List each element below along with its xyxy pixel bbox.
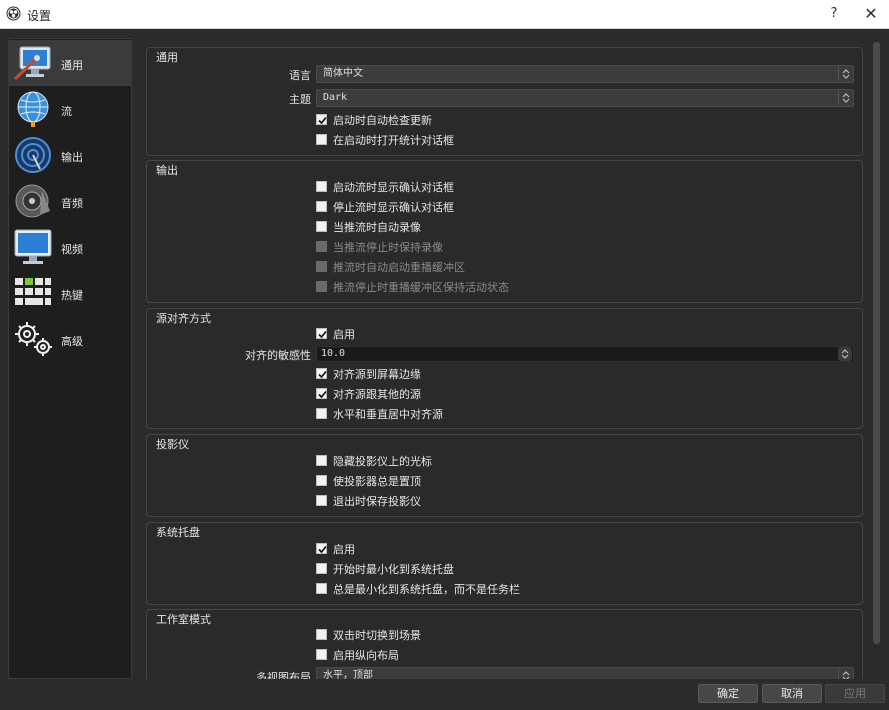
language-value: 简体中文 xyxy=(323,68,363,79)
checkbox xyxy=(316,241,327,252)
sensitivity-value: 10.0 xyxy=(321,348,346,359)
checkbox[interactable] xyxy=(316,134,327,145)
checkbox[interactable] xyxy=(316,388,327,399)
checkbox[interactable] xyxy=(316,649,327,660)
group-title: 系统托盘 xyxy=(156,526,200,539)
sidebar-item-label: 热键 xyxy=(61,289,83,302)
group-title: 投影仪 xyxy=(156,438,189,451)
checkbox xyxy=(316,261,327,272)
group-system-tray: 系统托盘 启用 开始时最小化到系统托盘 总是最小化到系统托盘，而不是任务栏 xyxy=(146,522,863,605)
theme-label: 主题 xyxy=(289,93,311,106)
checkbox[interactable] xyxy=(316,221,327,232)
sidebar-item-output[interactable]: 输出 xyxy=(9,132,131,178)
updown-arrows-icon xyxy=(838,67,852,81)
checkbox[interactable] xyxy=(316,475,327,486)
checkbox[interactable] xyxy=(316,328,327,339)
checkbox[interactable] xyxy=(316,181,327,192)
stream-globe-icon xyxy=(17,91,49,127)
group-title: 通用 xyxy=(156,51,178,64)
checkbox xyxy=(316,281,327,292)
checkbox[interactable] xyxy=(316,201,327,212)
checkbox[interactable] xyxy=(316,629,327,640)
sidebar-item-label: 通用 xyxy=(61,59,83,72)
settings-sidebar: 通用 流 输出 音频 视频 热键 高级 xyxy=(8,38,132,679)
scrollbar-thumb[interactable] xyxy=(873,42,880,644)
sidebar-item-stream[interactable]: 流 xyxy=(9,86,131,132)
updown-arrows-icon[interactable] xyxy=(838,347,852,361)
multiview-label: 多视图布局 xyxy=(256,671,311,679)
settings-content: 通用 语言 简体中文 主题 Dark 启动时自动检查更新 在启动时打开统计对话框… xyxy=(140,38,869,679)
sidebar-item-advanced[interactable]: 高级 xyxy=(9,316,131,362)
checkbox[interactable] xyxy=(316,543,327,554)
sensitivity-label: 对齐的敏感性 xyxy=(245,349,311,362)
checkbox[interactable] xyxy=(316,455,327,466)
group-title: 工作室模式 xyxy=(156,613,211,626)
theme-select[interactable]: Dark xyxy=(316,89,854,107)
general-monitor-icon xyxy=(13,46,51,81)
audio-speaker-icon xyxy=(15,184,50,218)
group-output: 输出 启动流时显示确认对话框 停止流时显示确认对话框 当推流时自动录像 当推流停… xyxy=(146,160,863,303)
ok-button[interactable]: 确定 xyxy=(698,684,758,703)
group-title: 输出 xyxy=(156,164,178,177)
cancel-button[interactable]: 取消 xyxy=(762,684,822,703)
checkbox[interactable] xyxy=(316,408,327,419)
hotkeys-keyboard-icon xyxy=(15,278,51,305)
multiview-select[interactable]: 水平，顶部 xyxy=(316,667,854,679)
language-label: 语言 xyxy=(289,69,311,82)
advanced-gears-icon xyxy=(15,322,52,356)
sidebar-item-hotkeys[interactable]: 热键 xyxy=(9,270,131,316)
sidebar-item-label: 流 xyxy=(61,105,72,118)
group-title: 源对齐方式 xyxy=(156,312,211,325)
theme-value: Dark xyxy=(323,92,348,103)
video-monitor-icon xyxy=(14,229,52,264)
apply-button: 应用 xyxy=(825,684,885,703)
group-studio-mode: 工作室模式 双击时切换到场景 启用纵向布局 多视图布局 水平，顶部 xyxy=(146,609,863,679)
checkbox[interactable] xyxy=(316,563,327,574)
checkbox[interactable] xyxy=(316,368,327,379)
group-snapping: 源对齐方式 启用 对齐的敏感性 10.0 对齐源到屏幕边缘 对齐源跟其他的源 水… xyxy=(146,308,863,429)
sidebar-item-label: 输出 xyxy=(61,151,83,164)
checkbox[interactable] xyxy=(316,495,327,506)
updown-arrows-icon xyxy=(838,91,852,105)
multiview-value: 水平，顶部 xyxy=(323,670,373,679)
sidebar-item-general[interactable]: 通用 xyxy=(9,40,131,86)
output-antenna-icon xyxy=(15,137,51,173)
sidebar-item-label: 高级 xyxy=(61,335,83,348)
sidebar-item-audio[interactable]: 音频 xyxy=(9,178,131,224)
language-select[interactable]: 简体中文 xyxy=(316,65,854,83)
sidebar-item-video[interactable]: 视频 xyxy=(9,224,131,270)
updown-arrows-icon xyxy=(838,669,852,679)
vertical-scrollbar[interactable] xyxy=(871,38,881,679)
sensitivity-spinbox[interactable]: 10.0 xyxy=(316,346,854,362)
window-title: 设置 xyxy=(27,9,52,23)
group-general: 通用 语言 简体中文 主题 Dark 启动时自动检查更新 在启动时打开统计对话框 xyxy=(146,47,863,156)
checkbox[interactable] xyxy=(316,114,327,125)
group-projectors: 投影仪 隐藏投影仪上的光标 使投影器总是置顶 退出时保存投影仪 xyxy=(146,434,863,517)
close-button[interactable]: ✕ xyxy=(860,3,882,25)
sidebar-item-label: 音频 xyxy=(61,197,83,210)
sidebar-item-label: 视频 xyxy=(61,243,83,256)
checkbox[interactable] xyxy=(316,583,327,594)
title-bar: 设置 ? ✕ xyxy=(0,0,889,29)
help-button[interactable]: ? xyxy=(823,3,845,25)
obs-logo-icon xyxy=(6,6,21,21)
